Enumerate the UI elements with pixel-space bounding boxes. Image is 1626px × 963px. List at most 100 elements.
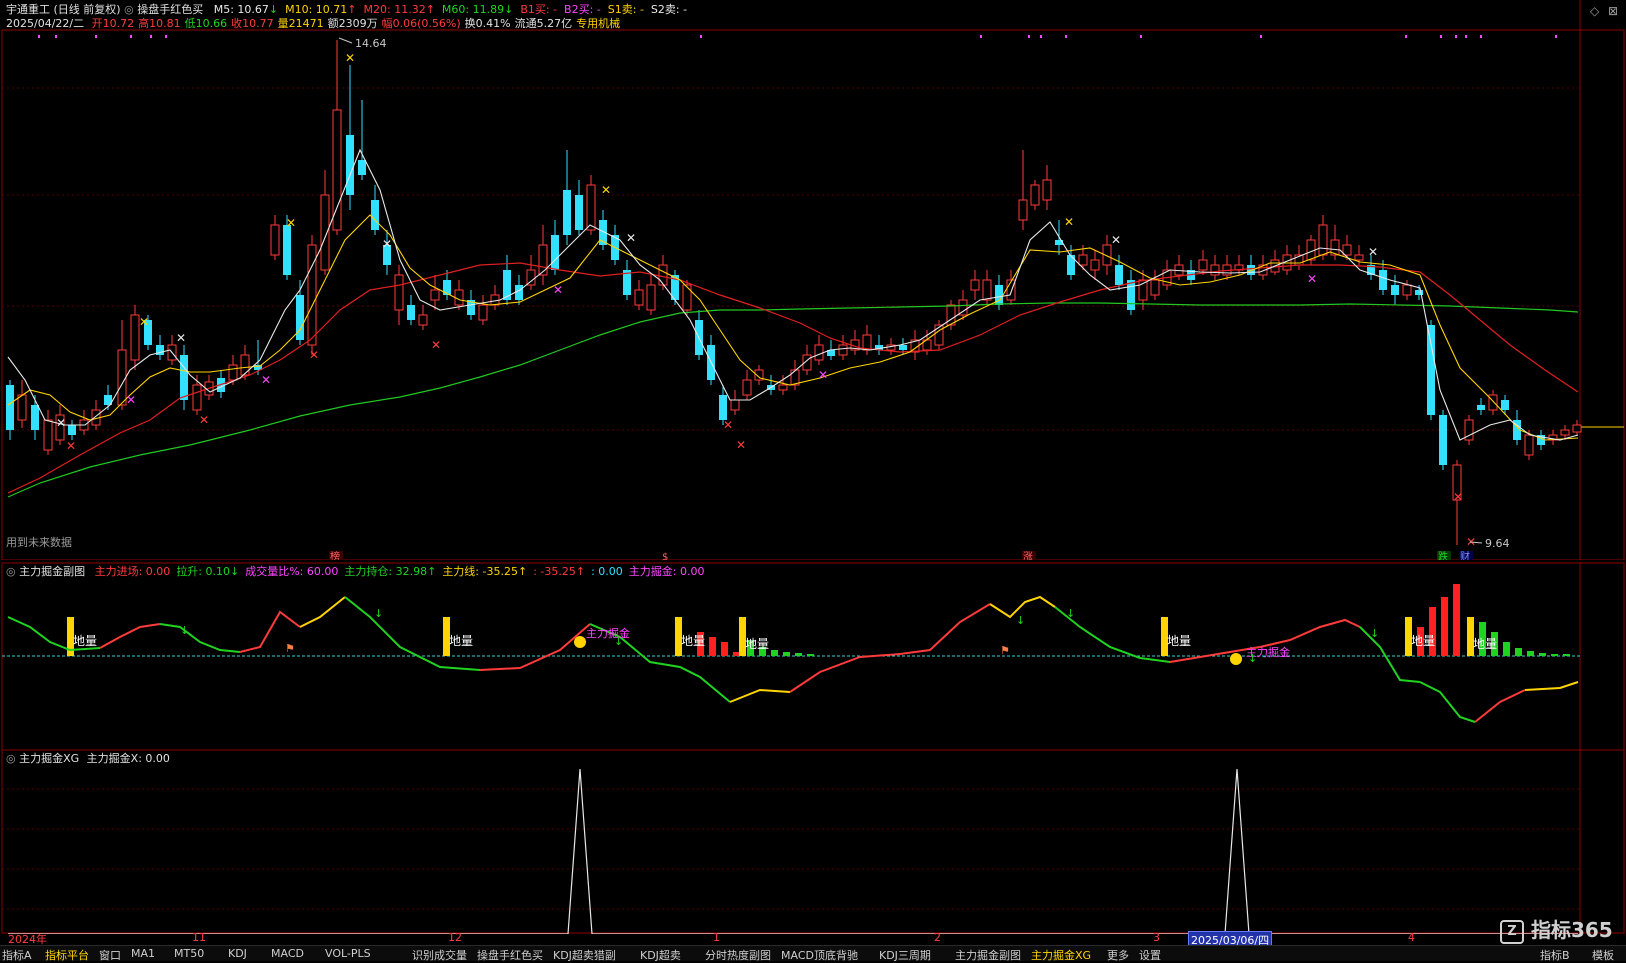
main-force-segment [299, 596, 346, 628]
main-force-segment [1259, 618, 1361, 648]
candle-body [430, 289, 440, 301]
candle-body [270, 224, 280, 256]
indicator-tab[interactable]: KDJ超卖 [640, 947, 681, 963]
event-marker-cai[interactable]: 财 [1460, 550, 1470, 560]
indicator-tab[interactable]: 指标B [1540, 947, 1570, 963]
signal-x-mark: ✕ [309, 348, 319, 362]
main-force-segment [1474, 689, 1526, 723]
watermark-logo-icon: Z [1500, 919, 1524, 944]
main-force-segment [729, 688, 791, 703]
indicator-tab[interactable]: 主力掘金XG [1031, 947, 1091, 963]
signal-x-mark: ✕ [1111, 233, 1121, 247]
main-force-segment [1419, 681, 1476, 723]
signal-x-mark: ✕ [345, 51, 355, 65]
candle-body [1524, 434, 1534, 456]
candle-body [332, 109, 342, 231]
candle-body [1115, 265, 1123, 285]
candle-body [407, 305, 415, 320]
candle-body [478, 304, 488, 321]
volume-bar [1453, 584, 1460, 656]
date-label: 12 [448, 931, 462, 944]
indicator-tab[interactable]: KDJ [228, 947, 247, 960]
down-arrow-icon: ↓ [374, 607, 383, 620]
indicator-tab[interactable]: 识别成交量 [412, 947, 467, 963]
indicator-tab[interactable]: 指标A [2, 947, 32, 963]
down-arrow-icon: ↓ [614, 635, 623, 648]
volume-bar [1429, 607, 1436, 656]
signal-x-mark: ✕ [176, 331, 186, 345]
volume-bar [1551, 654, 1558, 656]
indicator-tab[interactable]: 设置 [1139, 947, 1161, 963]
volume-bar [783, 652, 790, 656]
down-arrow-icon: ↓ [1248, 652, 1257, 665]
indicator-tab[interactable]: 窗口 [99, 947, 121, 963]
signal-x-mark: ✕ [382, 237, 392, 251]
sub2-frame [1, 749, 1625, 934]
candle-body [586, 184, 596, 231]
candle-body [838, 344, 848, 356]
candle-body [1402, 284, 1412, 296]
candle-body [1198, 259, 1208, 271]
candle-body [192, 384, 202, 411]
price-chart[interactable]: ✕✕✕✕✕✕✕✕✕✕✕✕✕✕✕✕✕✕✕✕✕✕✕✕ 14.64 9.64 榜 $ … [0, 0, 1626, 560]
diliang-label: 地量 [449, 634, 473, 648]
candle-body [418, 314, 428, 326]
candle-body [719, 395, 727, 420]
date-axis: 2024年 11 12 1 2 3 2025/03/06/四 4 [0, 931, 1626, 949]
volume-bar [709, 637, 716, 656]
sub1-chart[interactable]: 地量 地量 地量 地量 地量 地量 地量主力掘金主力掘金↓↓↓↓↓↓↓⚑ ⚑ [0, 562, 1626, 752]
volume-bar [1503, 642, 1510, 656]
runner-icon: ⚑ [285, 642, 295, 655]
signal-x-mark: ✕ [626, 231, 636, 245]
volume-bar [1539, 653, 1546, 656]
indicator-tab[interactable]: MACD顶底背驰 [781, 947, 858, 963]
candle-body [1560, 429, 1570, 436]
signal-x-mark: ✕ [1368, 245, 1378, 259]
event-marker-dollar[interactable]: $ [662, 552, 668, 560]
indicator-tab[interactable]: 操盘手红色买 [477, 947, 543, 963]
signal-x-mark: ✕ [66, 439, 76, 453]
candle-body [1477, 405, 1485, 410]
indicator-tab[interactable]: 更多 [1107, 947, 1129, 963]
signal-x-mark: ✕ [431, 338, 441, 352]
smiley-icon [574, 636, 586, 648]
candle-body [682, 284, 692, 311]
candle-body [1427, 325, 1435, 415]
buy-sell-marks: ✕✕✕✕✕✕✕✕✕✕✕✕✕✕✕✕✕✕✕✕✕✕✕✕ [56, 51, 1476, 549]
watermark: Z 指标365 [1500, 918, 1613, 944]
indicator-tab[interactable]: MACD [271, 947, 304, 960]
indicator-tab[interactable]: 模板 [1592, 947, 1614, 963]
down-arrow-icon: ↓ [1370, 627, 1379, 640]
candle-body [394, 274, 404, 311]
candle-body [17, 394, 27, 421]
candle-body [6, 385, 14, 430]
candle-body [970, 279, 980, 291]
indicator-tab[interactable]: VOL-PLS [325, 947, 371, 960]
indicator-tab[interactable]: 分时热度副图 [705, 947, 771, 963]
indicator-tab[interactable]: 指标平台 [45, 947, 89, 963]
candle-body [31, 405, 39, 430]
main-force-segment [99, 623, 161, 649]
candle-body [1150, 279, 1160, 296]
date-label: 4 [1408, 931, 1415, 944]
indicator-tab[interactable]: KDJ三周期 [879, 947, 931, 963]
event-marker-zhang[interactable]: 涨 [1023, 551, 1033, 560]
sub2-chart[interactable] [0, 749, 1626, 934]
volume-bar [1441, 597, 1448, 656]
signal-x-mark: ✕ [199, 413, 209, 427]
ma60-line [7, 302, 1579, 498]
candle-body [1067, 255, 1075, 275]
indicator-tab[interactable]: KDJ超卖猎副 [553, 947, 616, 963]
indicator-tab[interactable]: MA1 [131, 947, 155, 960]
event-marker-bang[interactable]: 榜 [330, 550, 340, 560]
date-label: 2 [934, 931, 941, 944]
event-marker-die[interactable]: 跌 [1438, 550, 1448, 560]
candle-body [538, 244, 548, 276]
candle-body [68, 425, 76, 435]
indicator-tab[interactable]: 主力掘金副图 [955, 947, 1021, 963]
volume-bar [721, 642, 728, 656]
signal-x-mark: ✕ [553, 283, 563, 297]
indicator-tab[interactable]: MT50 [174, 947, 204, 960]
signal-x-mark: ✕ [261, 373, 271, 387]
candlesticks [6, 40, 1582, 545]
